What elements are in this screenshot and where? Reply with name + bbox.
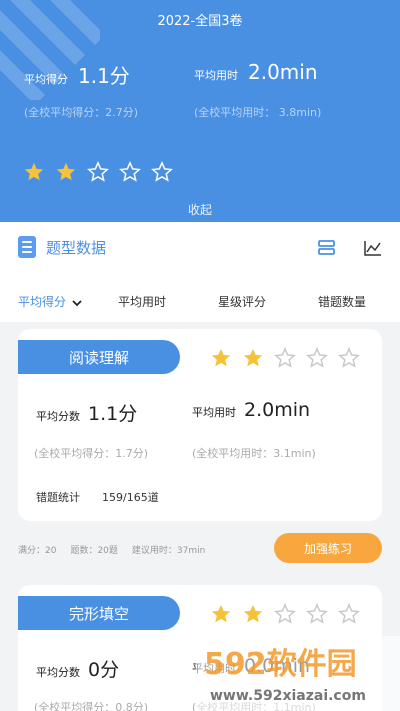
- line-chart-icon[interactable]: [364, 240, 382, 256]
- question-type-card: 阅读理解 平均分数 1.1分 平均用时 2.0min (全校平均得分：1.7分)…: [18, 329, 382, 521]
- card-star-rating: [210, 347, 370, 369]
- school-avg-score: (全校平均得分：2.7分): [24, 106, 139, 119]
- star-empty-icon: [338, 603, 360, 624]
- card-school-avg-score: (全校平均得分：0.8分): [34, 701, 149, 711]
- school-avg-time: (全校平均用时： 3.8min): [194, 106, 322, 119]
- star-filled-icon: [243, 348, 263, 367]
- card-avg-score: 平均分数 0分: [36, 655, 119, 682]
- star-filled-icon: [211, 604, 231, 623]
- practice-button[interactable]: 加强练习: [274, 533, 382, 563]
- question-type-name: 完形填空: [18, 596, 180, 630]
- star-empty-icon: [274, 347, 296, 368]
- tab-error-count[interactable]: 错题数量: [318, 293, 366, 310]
- star-filled-icon: [211, 348, 231, 367]
- chevron-down-icon: [72, 299, 82, 306]
- card-avg-score: 平均分数 1.1分: [36, 399, 137, 426]
- avg-score-label: 平均得分: [24, 73, 68, 86]
- question-type-card: 完形填空 平均分数 0分 平均用时 0.0min (全校平均得分：0.8分) (…: [18, 585, 382, 711]
- collapse-button[interactable]: 收起: [0, 201, 400, 218]
- card-avg-time-value: 0.0min: [244, 655, 311, 677]
- card-avg-score-label: 平均分数: [36, 410, 80, 423]
- card-avg-time-label: 平均用时: [192, 662, 236, 675]
- question-count: 题数：20题: [70, 546, 118, 556]
- avg-score-value: 1.1分: [78, 64, 130, 88]
- card-meta: 满分：20 题数：20题 建议用时：37min: [18, 543, 219, 556]
- star-filled-icon: [24, 162, 44, 181]
- star-empty-icon: [306, 347, 328, 368]
- tab-star-rating[interactable]: 星级评分: [218, 293, 266, 310]
- list-view-icon[interactable]: [318, 240, 336, 256]
- avg-time-stat: 平均用时 2.0min: [194, 60, 318, 84]
- section-title-text: 题型数据: [46, 238, 107, 257]
- error-stats: 错题统计 159/165道: [36, 489, 159, 505]
- star-filled-icon: [243, 604, 263, 623]
- card-school-avg-time: (全校平均用时：1.1min): [192, 701, 316, 711]
- card-avg-time-value: 2.0min: [244, 399, 311, 421]
- star-empty-icon: [274, 603, 296, 624]
- sort-tabs: 平均得分 平均用时 星级评分 错题数量: [0, 293, 400, 313]
- star-empty-icon: [119, 161, 141, 182]
- error-stats-label: 错题统计: [36, 491, 80, 504]
- tab-avg-score-label: 平均得分: [18, 295, 67, 309]
- full-score: 满分：20: [18, 546, 57, 556]
- star-filled-icon: [56, 162, 76, 181]
- tab-avg-time[interactable]: 平均用时: [118, 293, 166, 310]
- card-avg-score-value: 1.1分: [88, 403, 138, 425]
- suggested-time: 建议用时：37min: [131, 546, 206, 556]
- card-avg-score-label: 平均分数: [36, 666, 80, 679]
- card-school-avg-score: (全校平均得分：1.7分): [34, 447, 149, 460]
- avg-time-value: 2.0min: [248, 60, 318, 84]
- question-type-name: 阅读理解: [18, 340, 180, 374]
- card-school-avg-time: (全校平均用时：3.1min): [192, 447, 316, 460]
- star-rating: [23, 161, 183, 183]
- exam-title: 2022-全国3卷: [157, 14, 243, 29]
- card-avg-score-value: 0分: [88, 659, 120, 681]
- tab-avg-score[interactable]: 平均得分: [18, 293, 82, 310]
- summary-header: 2022-全国3卷 平均得分 1.1分 平均用时 2.0min (全校平均得分：…: [0, 0, 400, 222]
- error-stats-value: 159/165道: [102, 491, 159, 504]
- avg-score-stat: 平均得分 1.1分: [24, 60, 130, 89]
- section-title: 题型数据: [18, 236, 106, 258]
- avg-time-label: 平均用时: [194, 69, 238, 82]
- star-empty-icon: [151, 161, 173, 182]
- card-avg-time-label: 平均用时: [192, 406, 236, 419]
- star-empty-icon: [87, 161, 109, 182]
- document-icon: [18, 236, 36, 258]
- star-empty-icon: [338, 347, 360, 368]
- card-avg-time: 平均用时 2.0min: [192, 399, 310, 421]
- star-empty-icon: [306, 603, 328, 624]
- card-avg-time: 平均用时 0.0min: [192, 655, 310, 677]
- card-star-rating: [210, 603, 370, 625]
